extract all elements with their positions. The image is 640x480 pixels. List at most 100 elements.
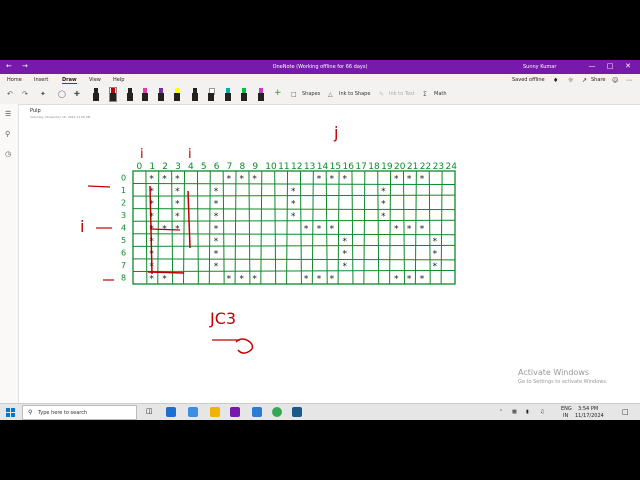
taskbar-search-box[interactable]: ⚲ Type here to search xyxy=(22,405,137,420)
user-name[interactable]: Sunny Kumar xyxy=(523,64,556,70)
lasso-select-icon[interactable]: ✦ xyxy=(40,90,46,98)
recent-icon[interactable]: ◷ xyxy=(5,150,11,158)
column-label: 24 xyxy=(446,162,458,172)
row-label: 6 xyxy=(121,249,126,258)
column-label: 4 xyxy=(188,162,194,172)
pen-10-icon[interactable] xyxy=(241,88,247,101)
lightbulb-icon[interactable]: ☼ xyxy=(568,77,573,84)
row-label: 8 xyxy=(121,274,126,283)
pen-4-icon[interactable] xyxy=(142,88,148,101)
pen-8-icon[interactable] xyxy=(208,88,215,101)
network-icon[interactable]: ▩ xyxy=(512,409,517,415)
minimize-button[interactable]: — xyxy=(585,62,599,70)
asterisk-mark: * xyxy=(330,275,335,285)
grid-column-line xyxy=(377,170,380,285)
add-pen-icon[interactable]: + xyxy=(274,88,282,98)
asterisk-mark: * xyxy=(149,174,154,184)
maximize-button[interactable]: □ xyxy=(603,62,617,70)
asterisk-mark: * xyxy=(343,237,348,247)
grid-column-line xyxy=(274,170,277,285)
asterisk-mark: * xyxy=(252,174,257,184)
asterisk-mark: * xyxy=(317,275,322,285)
asterisk-mark: * xyxy=(381,187,386,197)
language-indicator[interactable]: ENG xyxy=(561,406,572,412)
draw-toolbar: ↶ ↷ ✦ ◯ ✚ + □ Shapes △ Ink to Shape ✎ In… xyxy=(0,86,640,105)
asterisk-mark: * xyxy=(227,174,232,184)
shapes-icon: □ xyxy=(291,91,297,98)
more-options-icon[interactable]: ⋯ xyxy=(626,77,632,84)
column-label: 16 xyxy=(343,162,355,172)
task-view-icon[interactable]: ◫ xyxy=(146,407,153,415)
chrome-icon[interactable] xyxy=(272,407,282,417)
tab-draw[interactable]: Draw xyxy=(62,77,77,84)
asterisk-mark: * xyxy=(227,275,232,285)
ink-to-shape-button[interactable]: Ink to Shape xyxy=(339,91,370,97)
asterisk-mark: * xyxy=(239,275,244,285)
asterisk-mark: * xyxy=(317,174,322,184)
clock-date[interactable]: 11/17/2024 xyxy=(575,413,604,419)
asterisk-mark: * xyxy=(433,237,438,247)
ink-canvas[interactable]: 0 1 2 3 4 5 6 7 8 9 10 11 12 13 14 15 16 17 18 19 20 21 22 23 24… xyxy=(19,104,619,403)
tab-help[interactable]: Help xyxy=(113,77,124,83)
eraser-icon[interactable]: ✚ xyxy=(74,90,80,98)
volume-icon[interactable]: ♫ xyxy=(540,409,544,415)
feedback-icon[interactable]: ☺ xyxy=(612,77,618,84)
share-button[interactable]: Share xyxy=(591,77,605,83)
search-icon[interactable]: ⚲ xyxy=(5,130,10,138)
insert-space-icon[interactable]: ◯ xyxy=(58,90,66,98)
close-button[interactable]: ✕ xyxy=(621,62,635,70)
pen-3-icon[interactable] xyxy=(127,88,133,101)
asterisk-mark: * xyxy=(291,199,296,209)
store-icon[interactable] xyxy=(252,407,262,417)
ink-to-text-button[interactable]: Ink to Text xyxy=(389,91,415,97)
redo-icon[interactable]: ↷ xyxy=(22,90,28,98)
vscode-icon[interactable] xyxy=(166,407,176,417)
grid-column-line xyxy=(428,170,431,285)
shapes-button[interactable]: Shapes xyxy=(302,91,320,97)
row-label: 3 xyxy=(121,211,126,220)
pen-5-icon[interactable] xyxy=(158,88,164,101)
asterisk-mark: * xyxy=(407,174,412,184)
asterisk-mark: * xyxy=(394,275,399,285)
activate-windows-watermark: Activate Windows Go to Settings to activ… xyxy=(518,368,608,385)
battery-icon[interactable]: ▮ xyxy=(526,409,529,415)
column-label: 22 xyxy=(420,162,431,172)
pen-6-icon[interactable] xyxy=(174,88,180,101)
onenote-window: ← → OneNote (Working offline for 66 days… xyxy=(0,60,640,420)
pen-2-icon[interactable] xyxy=(109,87,117,102)
bell-icon[interactable]: ♦ xyxy=(553,77,558,84)
clock-time[interactable]: 3:54 PM xyxy=(578,406,598,412)
column-label: 5 xyxy=(201,162,207,172)
pen-11-icon[interactable] xyxy=(258,88,264,101)
tab-view[interactable]: View xyxy=(89,77,101,83)
math-icon: Σ xyxy=(423,91,427,98)
asterisk-mark: * xyxy=(330,225,335,235)
onenote-icon[interactable] xyxy=(230,407,240,417)
grid-column-line xyxy=(351,170,354,285)
notebooks-icon[interactable]: ☰ xyxy=(5,110,11,118)
asterisk-mark: * xyxy=(252,275,257,285)
tab-home[interactable]: Home xyxy=(7,77,22,83)
edge-icon[interactable] xyxy=(188,407,198,417)
watermark-subtitle: Go to Settings to activate Windows. xyxy=(518,379,608,385)
red-stroke xyxy=(187,190,191,249)
notifications-icon[interactable]: □ xyxy=(622,408,629,416)
column-label: 11 xyxy=(278,162,289,172)
pen-7-icon[interactable] xyxy=(192,88,198,101)
terminal-icon[interactable] xyxy=(292,407,302,417)
tray-chevron-icon[interactable]: ⌃ xyxy=(499,409,503,415)
pen-1-icon[interactable] xyxy=(93,88,99,101)
asterisk-mark: * xyxy=(214,237,219,247)
search-icon: ⚲ xyxy=(28,409,33,416)
pen-9-icon[interactable] xyxy=(225,88,231,101)
grid-column-line xyxy=(222,170,225,285)
windows-start-icon[interactable] xyxy=(6,408,15,417)
tab-insert[interactable]: Insert xyxy=(34,77,48,83)
asterisk-mark: * xyxy=(149,212,154,222)
region-indicator[interactable]: IN xyxy=(563,413,568,419)
file-explorer-icon[interactable] xyxy=(210,407,220,417)
column-label: 12 xyxy=(291,162,302,172)
undo-icon[interactable]: ↶ xyxy=(7,90,13,98)
math-button[interactable]: Math xyxy=(434,91,447,97)
row-label: 2 xyxy=(121,198,126,207)
